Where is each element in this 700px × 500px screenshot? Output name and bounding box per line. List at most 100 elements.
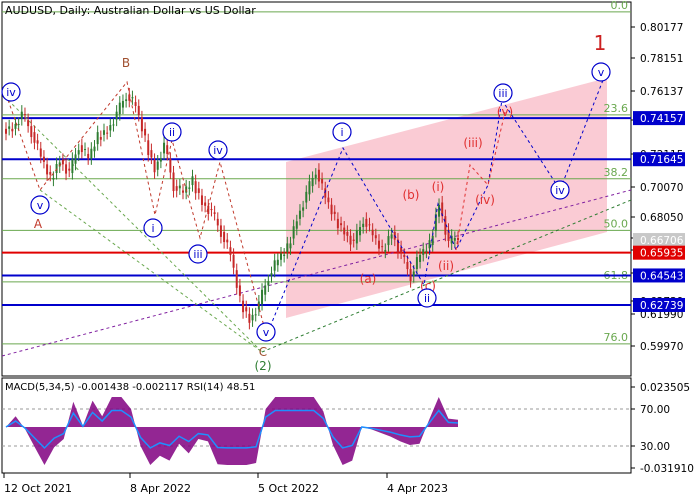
candle-body <box>438 204 441 217</box>
candle-body <box>340 223 343 226</box>
candle-body <box>406 261 409 270</box>
wave-label: (v) <box>497 105 513 119</box>
candle-body <box>210 209 213 211</box>
indicator-title: MACD(5,34,5) -0.001438 -0.002117 RSI(14)… <box>5 382 255 393</box>
candle-body <box>166 145 169 154</box>
candle-body <box>305 191 308 203</box>
candle-body <box>156 161 159 170</box>
candle-body <box>175 186 178 191</box>
candle-body <box>226 239 229 243</box>
candle-body <box>77 150 80 155</box>
candle-body <box>377 240 380 249</box>
candle-body <box>42 156 45 162</box>
candle-body <box>178 185 181 189</box>
wave-label: (2) <box>255 359 272 373</box>
candle-body <box>23 114 26 116</box>
wave-label: (b) <box>403 188 420 202</box>
candle-body <box>182 190 185 193</box>
candle-body <box>276 259 279 266</box>
candle-body <box>27 120 30 127</box>
candle-body <box>321 179 324 184</box>
candle-body <box>200 195 203 205</box>
candle-body <box>242 300 245 313</box>
candle-body <box>343 227 346 235</box>
x-tick-label: 8 Apr 2022 <box>130 482 191 495</box>
y-tick-label: 0.78151 <box>640 53 683 65</box>
fib-label-38.2: 38.2 <box>604 166 629 179</box>
candle-body <box>422 249 425 255</box>
indicator-y-tick-label: 0.023505 <box>640 382 690 394</box>
candle-body <box>352 239 355 241</box>
candle-body <box>137 105 140 115</box>
candle-body <box>39 148 42 157</box>
candle-body <box>327 197 330 203</box>
x-tick-label: 4 Apr 2023 <box>387 482 448 495</box>
candle-body <box>150 150 153 158</box>
candle-body <box>17 123 20 125</box>
wave-label: B <box>122 56 130 70</box>
candle-body <box>409 269 412 282</box>
candle-body <box>254 314 257 316</box>
candle-body <box>292 226 295 239</box>
candle-body <box>99 137 102 140</box>
wave-label: 1 <box>594 31 607 55</box>
y-tick-highlight-label: 0.62739 <box>640 300 683 312</box>
candle-body <box>134 102 137 106</box>
wave-label: iv <box>213 144 223 157</box>
candle-body <box>188 187 191 189</box>
y-tick-highlight-label: 0.66706 <box>640 235 684 247</box>
candle-body <box>279 253 282 260</box>
candle-body <box>453 237 456 241</box>
candle-body <box>33 132 36 143</box>
candle-body <box>264 285 267 295</box>
candle-body <box>333 211 336 214</box>
candle-body <box>270 273 273 277</box>
candle-body <box>359 227 362 236</box>
y-tick-highlight-label: 0.65935 <box>640 248 683 260</box>
candle-body <box>362 223 365 228</box>
wave-label: i <box>151 222 154 235</box>
candle-body <box>346 231 349 236</box>
candle-body <box>248 313 251 323</box>
candle-body <box>384 249 387 252</box>
candle-body <box>298 210 301 219</box>
wave-label: (a) <box>360 272 377 286</box>
wave-label: A <box>34 217 43 231</box>
y-tick-label: 0.80177 <box>640 22 683 34</box>
candle-body <box>213 212 216 214</box>
candle-body <box>419 254 422 262</box>
candle-body <box>457 237 459 241</box>
candle-body <box>368 224 371 226</box>
candle-body <box>229 247 232 255</box>
candle-body <box>153 159 156 173</box>
candle-body <box>36 140 39 144</box>
chart-title: AUDUSD, Daily: Australian Dollar vs US D… <box>5 4 256 17</box>
candle-body <box>302 207 305 211</box>
candle-body <box>121 101 124 108</box>
candle-body <box>286 243 289 253</box>
candle-body <box>163 142 166 154</box>
wave-label: iii <box>498 87 507 100</box>
indicator-y-tick-label: -0.031910 <box>640 463 694 475</box>
y-tick-highlight-label: 0.74157 <box>640 113 683 125</box>
fib-label-0.0: 0.0 <box>611 0 629 12</box>
wave-label: iv <box>6 86 16 99</box>
fib-label-23.6: 23.6 <box>604 102 629 115</box>
candle-body <box>387 236 390 246</box>
x-tick-label: 5 Oct 2022 <box>258 482 319 495</box>
candle-body <box>20 111 23 120</box>
candle-body <box>169 158 172 173</box>
candle-body <box>197 188 200 193</box>
candle-body <box>235 270 238 288</box>
candle-body <box>412 271 415 277</box>
candle-body <box>191 176 194 186</box>
candle-body <box>80 145 83 153</box>
candle-body <box>374 235 377 239</box>
wave-label: v <box>598 66 605 79</box>
y-tick-label: 0.68050 <box>640 212 683 224</box>
candle-body <box>102 130 105 135</box>
candle-body <box>390 234 393 239</box>
candle-body <box>273 260 276 271</box>
candle-body <box>172 172 175 192</box>
y-axis: 0.801770.781510.761370.741570.721150.700… <box>631 22 685 353</box>
